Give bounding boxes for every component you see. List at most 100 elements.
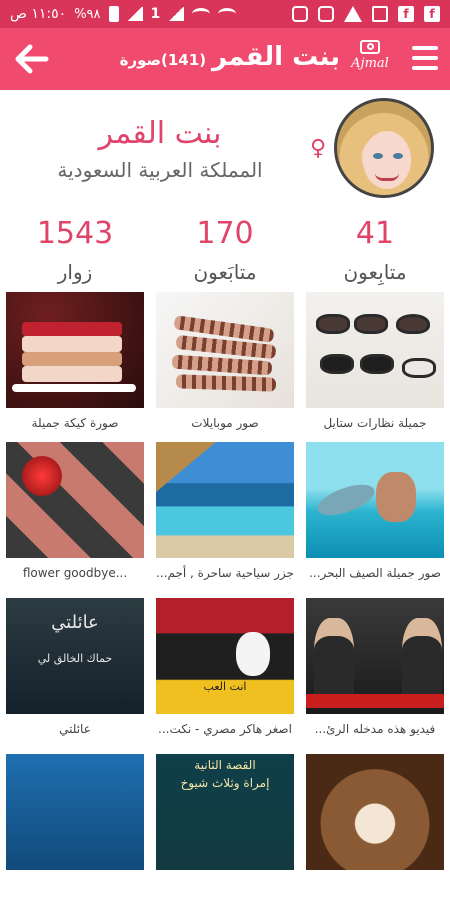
photo-caption: فيديو هذه مدخله الرئ... <box>314 722 436 736</box>
cake-layer <box>22 366 122 382</box>
female-gender-icon: ♀ <box>310 136 327 161</box>
avatar[interactable] <box>334 98 434 198</box>
photo-caption: عائلتي <box>59 722 91 736</box>
app-bar: بنت القمر (141)صورة Ajmal <box>0 28 450 90</box>
photo-caption: جزر سياحية ساحرة , أجم... <box>156 566 294 580</box>
dolphin-shape <box>313 478 379 522</box>
profile-country: المملكة العربية السعودية <box>57 158 263 182</box>
image-overlay-text: انت العب <box>203 680 247 693</box>
sunglasses-lens <box>354 314 388 334</box>
photo-thumbnail <box>6 442 144 558</box>
photo-thumbnail <box>156 292 294 408</box>
photo-card[interactable]: فيديو هذه مدخله الرئ... <box>306 598 444 744</box>
sunglasses-lens <box>316 314 350 334</box>
photo-card[interactable]: عائلتي حماك الخالق لي عائلتي <box>6 598 144 744</box>
arrow-left-icon <box>15 44 49 74</box>
instagram-icon <box>318 6 334 22</box>
photo-caption: flower goodbye... <box>22 566 128 580</box>
image-sub-text: حماك الخالق لي <box>37 652 113 665</box>
photo-thumbnail <box>6 292 144 408</box>
status-right: f f <box>292 6 440 22</box>
menu-button[interactable] <box>412 46 438 70</box>
rose-shape <box>22 456 62 496</box>
ajmal-logo[interactable]: Ajmal <box>350 40 390 80</box>
sim-label: 1 <box>150 6 161 22</box>
photo-caption: صور جميلة الصيف البحر... <box>309 566 441 580</box>
phone-case <box>175 374 277 392</box>
photo-thumbnail <box>306 598 444 714</box>
photo-caption: اصغر هاكر مصري - نكت... <box>158 722 292 736</box>
app-title: بنت القمر (141)صورة <box>120 42 340 72</box>
signal-icon <box>168 7 185 21</box>
sunglasses-lens <box>360 354 394 374</box>
battery-icon <box>108 6 119 22</box>
photo-card[interactable]: جزر سياحية ساحرة , أجم... <box>156 442 294 588</box>
hut-roof <box>156 442 216 492</box>
stat-label: متابَعون <box>193 260 257 284</box>
image-title-text: عائلتي <box>51 612 99 633</box>
photo-card[interactable] <box>306 754 444 900</box>
menu-line <box>412 56 438 60</box>
photo-caption <box>156 870 294 900</box>
profile-header: ♀ بنت القمر المملكة العربية السعودية <box>0 90 450 210</box>
image-sub-text: إمراة وثلاث شيوخ <box>180 776 270 790</box>
sunglasses-lens <box>320 354 354 374</box>
cake-plate <box>12 384 136 392</box>
back-button[interactable] <box>14 43 50 75</box>
photo-card[interactable]: جميلة نظارات ستايل <box>306 292 444 438</box>
cake-layer <box>22 322 122 336</box>
image-title-text: القصة الثانية <box>194 758 256 772</box>
person-shape <box>314 618 354 698</box>
photo-thumbnail: انت العب <box>156 598 294 714</box>
menu-line <box>412 46 438 50</box>
stat-value: 170 <box>196 216 254 251</box>
person-shape <box>402 618 442 698</box>
photo-card[interactable]: صور موبايلات <box>156 292 294 438</box>
stat-followers[interactable]: 41 متابِعون <box>300 212 450 292</box>
cake-layer <box>22 336 122 352</box>
mask-shape <box>236 632 270 676</box>
photo-card[interactable]: انت العب اصغر هاكر مصري - نكت... <box>156 598 294 744</box>
stat-visitors[interactable]: 1543 زوار <box>0 212 150 292</box>
sunglasses-lens <box>402 358 436 378</box>
clock-text: ١١:٥٠ ص <box>10 6 67 22</box>
status-left: ١١:٥٠ ص %٩٨ 1 <box>10 6 237 22</box>
photo-caption <box>6 870 144 900</box>
photo-caption <box>306 870 444 900</box>
photo-card[interactable]: صور جميلة الصيف البحر... <box>306 442 444 588</box>
stat-label: زوار <box>57 260 93 284</box>
wifi-icon <box>218 8 237 20</box>
photo-thumbnail: عائلتي حماك الخالق لي <box>6 598 144 714</box>
facebook-icon: f <box>424 6 440 22</box>
photo-card[interactable]: القصة الثانية إمراة وثلاث شيوخ <box>156 754 294 900</box>
wifi-icon <box>192 8 211 20</box>
signal-icon <box>126 7 143 21</box>
avatar-eye <box>393 153 403 159</box>
image-icon <box>372 6 388 22</box>
photo-caption: صور موبايلات <box>191 416 259 430</box>
photo-thumbnail <box>306 754 444 870</box>
menu-line <box>412 66 438 70</box>
photo-caption: صورة كيكة جميلة <box>31 416 119 430</box>
photo-thumbnail <box>156 442 294 558</box>
photo-card[interactable] <box>6 754 144 900</box>
ticker-bar <box>306 694 444 708</box>
avatar-eye <box>373 153 383 159</box>
camera-icon <box>360 40 380 54</box>
photo-thumbnail <box>306 442 444 558</box>
photo-caption: جميلة نظارات ستايل <box>323 416 427 430</box>
profile-name: بنت القمر <box>98 116 222 151</box>
logo-text: Ajmal <box>351 56 389 71</box>
stat-following[interactable]: 170 متابَعون <box>150 212 300 292</box>
photo-thumbnail <box>306 292 444 408</box>
stat-value: 1543 <box>36 216 114 251</box>
photo-card[interactable]: صورة كيكة جميلة <box>6 292 144 438</box>
sunglasses-lens <box>396 314 430 334</box>
instagram-icon <box>292 6 308 22</box>
facebook-icon: f <box>398 6 414 22</box>
photo-count: (141)صورة <box>119 51 207 69</box>
photo-card[interactable]: flower goodbye... <box>6 442 144 588</box>
warning-icon <box>344 6 362 22</box>
photo-thumbnail <box>6 754 144 870</box>
stat-value: 41 <box>355 216 395 251</box>
